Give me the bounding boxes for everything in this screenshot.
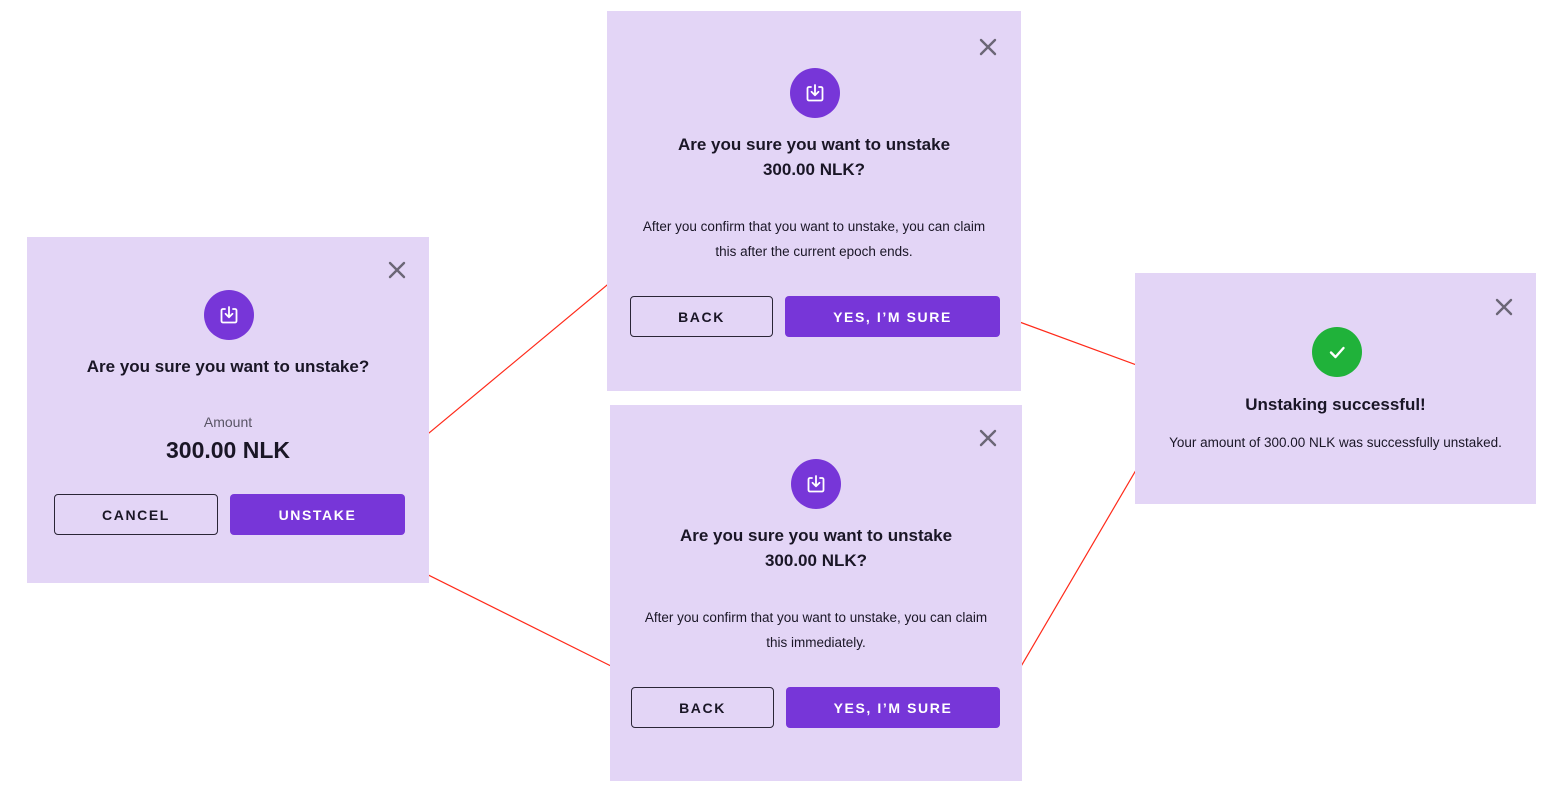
confirm-dialog-immediate: Are you sure you want to unstake 300.00 … [610, 405, 1022, 781]
back-button[interactable]: BACK [631, 687, 774, 728]
dialog-title-line-1: Are you sure you want to unstake [679, 526, 953, 545]
success-message: Your amount of 300.00 NLK was successful… [1169, 435, 1502, 450]
success-dialog: Unstaking successful! Your amount of 300… [1135, 273, 1536, 504]
back-button[interactable]: BACK [630, 296, 773, 337]
download-tray-icon [204, 290, 254, 340]
arrow-immediate-to-success [1005, 452, 1147, 693]
amount-value: 300.00 NLK [165, 437, 290, 463]
close-icon[interactable] [977, 427, 999, 449]
success-title: Unstaking successful! [1245, 395, 1426, 414]
close-icon[interactable] [977, 36, 999, 58]
dialog-message-line-1: After you confirm that you want to unsta… [642, 219, 986, 234]
dialog-title-line-2: 300.00 NLK? [764, 551, 868, 570]
cancel-button[interactable]: CANCEL [54, 494, 218, 535]
close-icon[interactable] [1493, 296, 1515, 318]
download-tray-icon [790, 68, 840, 118]
confirm-dialog-epoch: Are you sure you want to unstake 300.00 … [607, 11, 1021, 391]
confirm-button[interactable]: YES, I’M SURE [785, 296, 1000, 337]
dialog-title-line-1: Are you sure you want to unstake [677, 135, 951, 154]
unstake-button[interactable]: UNSTAKE [230, 494, 405, 535]
dialog-title: Are you sure you want to unstake? [86, 357, 370, 376]
dialog-message-line-1: After you confirm that you want to unsta… [644, 610, 988, 625]
amount-label: Amount [203, 414, 253, 430]
checkmark-icon [1312, 327, 1362, 377]
close-icon[interactable] [386, 259, 408, 281]
unstake-dialog-initial: Are you sure you want to unstake? Amount… [27, 237, 429, 583]
download-tray-icon [791, 459, 841, 509]
dialog-title-line-2: 300.00 NLK? [762, 160, 866, 179]
confirm-button[interactable]: YES, I’M SURE [786, 687, 1000, 728]
dialog-message-line-2: this after the current epoch ends. [715, 244, 913, 259]
dialog-message-line-2: this immediately. [766, 635, 866, 650]
